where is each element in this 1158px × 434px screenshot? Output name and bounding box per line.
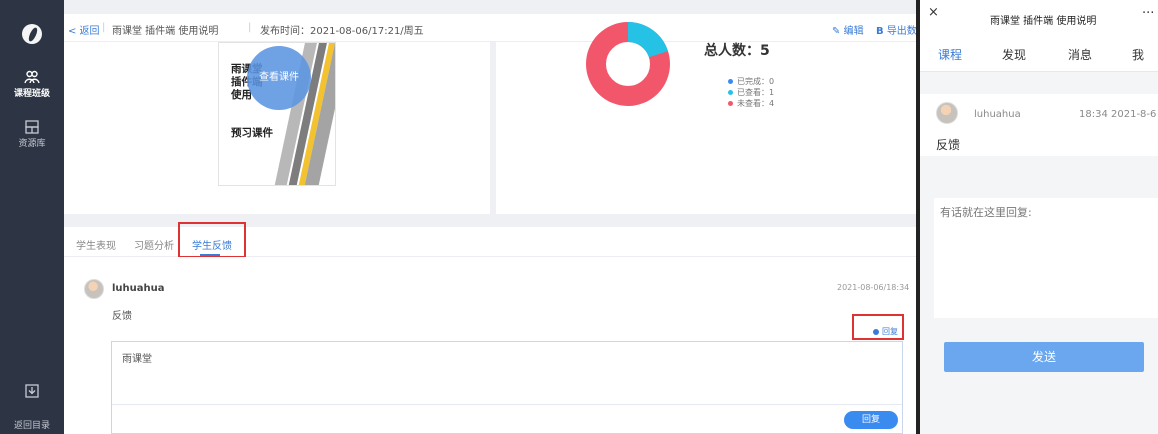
sidebar: 课程班级 资源库 返回目录 xyxy=(0,0,64,434)
sidebar-item-class[interactable]: 课程班级 xyxy=(0,70,64,99)
download-icon xyxy=(25,384,39,398)
send-button[interactable]: 发送 xyxy=(944,342,1144,372)
breadcrumb-separator: | xyxy=(248,22,252,33)
reply-box-divider xyxy=(112,404,902,405)
sidebar-item-label: 资源库 xyxy=(18,139,46,149)
feedback-panel: luhuahua 2021-08-06/18:34 反馈 回复 雨课堂 回复 xyxy=(64,257,916,434)
export-label: 导出数 xyxy=(886,26,916,37)
export-button[interactable]: B 导出数 xyxy=(876,22,916,37)
sidebar-back-to-catalog[interactable]: 返回目录 xyxy=(0,418,64,431)
mobile-title: 雨课堂 插件端 使用说明 xyxy=(990,16,1097,27)
nav-course[interactable]: 课程 xyxy=(938,46,962,63)
message-username: luhuahua xyxy=(974,109,1021,120)
edit-button[interactable]: ✎ 编辑 xyxy=(832,22,864,37)
total-count: 总人数：5 xyxy=(704,43,770,59)
feedback-username: luhuahua xyxy=(112,283,165,294)
publish-time: 发布时间：2021-08-06/17:21/周五 xyxy=(260,26,424,37)
nav-me[interactable]: 我 xyxy=(1132,46,1144,63)
legend-label: 未查看：4 xyxy=(737,99,775,108)
desktop-app: 课程班级 资源库 返回目录 < 返回 | 雨课堂 插件端 使用说明 | 发布时间… xyxy=(0,0,916,434)
legend-dot xyxy=(728,101,733,106)
sidebar-item-library[interactable]: 资源库 xyxy=(0,120,64,149)
legend-label: 已查看：1 xyxy=(737,88,775,97)
mobile-titlebar: × 雨课堂 插件端 使用说明 ··· xyxy=(920,0,1158,32)
reply-placeholder: 有话就在这里回复: xyxy=(940,206,1032,219)
sidebar-item-label: 返回目录 xyxy=(13,421,50,431)
reply-textarea[interactable]: 雨课堂 回复 xyxy=(111,341,903,434)
mobile-message: luhuahua 18:34 2021-8-6 反馈 xyxy=(920,94,1158,156)
sidebar-item-label: 课程班级 xyxy=(13,89,50,99)
donut-chart xyxy=(586,22,670,106)
reply-text: 雨课堂 xyxy=(122,354,152,365)
legend-item: 未查看：4 xyxy=(728,98,774,109)
mobile-nav: 课程 发现 消息 我 xyxy=(920,32,1158,72)
avatar xyxy=(936,102,958,124)
stats-legend: 已完成：0 已查看：1 未查看：4 xyxy=(728,76,774,109)
export-icon: B xyxy=(876,26,884,37)
mobile-reply-input[interactable]: 有话就在这里回复: xyxy=(934,198,1158,318)
legend-label: 已完成：0 xyxy=(737,77,775,86)
screenshot-root: 课程班级 资源库 返回目录 < 返回 | 雨课堂 插件端 使用说明 | 发布时间… xyxy=(0,0,1158,434)
legend-item: 已完成：0 xyxy=(728,76,774,87)
highlight-box-reply xyxy=(852,314,904,340)
topbar: < 返回 | 雨课堂 插件端 使用说明 | 发布时间：2021-08-06/17… xyxy=(64,14,916,42)
avatar xyxy=(84,279,104,299)
highlight-box-tab xyxy=(178,222,246,258)
edit-icon: ✎ xyxy=(832,26,841,37)
courseware-card: 雨课堂 插件端 使用 预习课件 查看课件 xyxy=(64,42,490,214)
library-icon xyxy=(25,120,39,134)
reply-submit-button[interactable]: 回复 xyxy=(844,411,898,429)
sidebar-download[interactable] xyxy=(0,384,64,400)
class-icon xyxy=(24,70,40,84)
mobile-panel: × 雨课堂 插件端 使用说明 ··· 课程 发现 消息 我 luhuahua 1… xyxy=(920,0,1158,434)
tab-student-performance[interactable]: 学生表现 xyxy=(76,237,116,252)
feedback-time: 2021-08-06/18:34 xyxy=(837,283,910,292)
courseware-cover[interactable]: 雨课堂 插件端 使用 预习课件 查看课件 xyxy=(218,42,336,186)
cover-subtitle: 预习课件 xyxy=(231,127,273,139)
feedback-text: 反馈 xyxy=(112,311,132,322)
app-logo-icon[interactable] xyxy=(22,24,42,44)
tab-exercise-analysis[interactable]: 习题分析 xyxy=(134,237,174,252)
more-icon[interactable]: ··· xyxy=(1142,6,1154,21)
message-time: 18:34 2021-8-6 xyxy=(1079,109,1157,120)
legend-item: 已查看：1 xyxy=(728,87,774,98)
legend-dot xyxy=(728,90,733,95)
back-link[interactable]: < 返回 xyxy=(68,22,100,37)
message-text: 反馈 xyxy=(936,138,961,152)
edit-label: 编辑 xyxy=(843,26,864,37)
view-courseware-button[interactable]: 查看课件 xyxy=(247,46,311,110)
breadcrumb-separator: | xyxy=(102,22,106,33)
close-icon[interactable]: × xyxy=(928,5,939,20)
page-title: 雨课堂 插件端 使用说明 xyxy=(112,26,219,37)
stats-card: 总人数：5 已完成：0 已查看：1 未查看：4 xyxy=(496,22,916,214)
legend-dot xyxy=(728,79,733,84)
nav-messages[interactable]: 消息 xyxy=(1068,46,1092,63)
nav-discover[interactable]: 发现 xyxy=(1002,46,1026,63)
